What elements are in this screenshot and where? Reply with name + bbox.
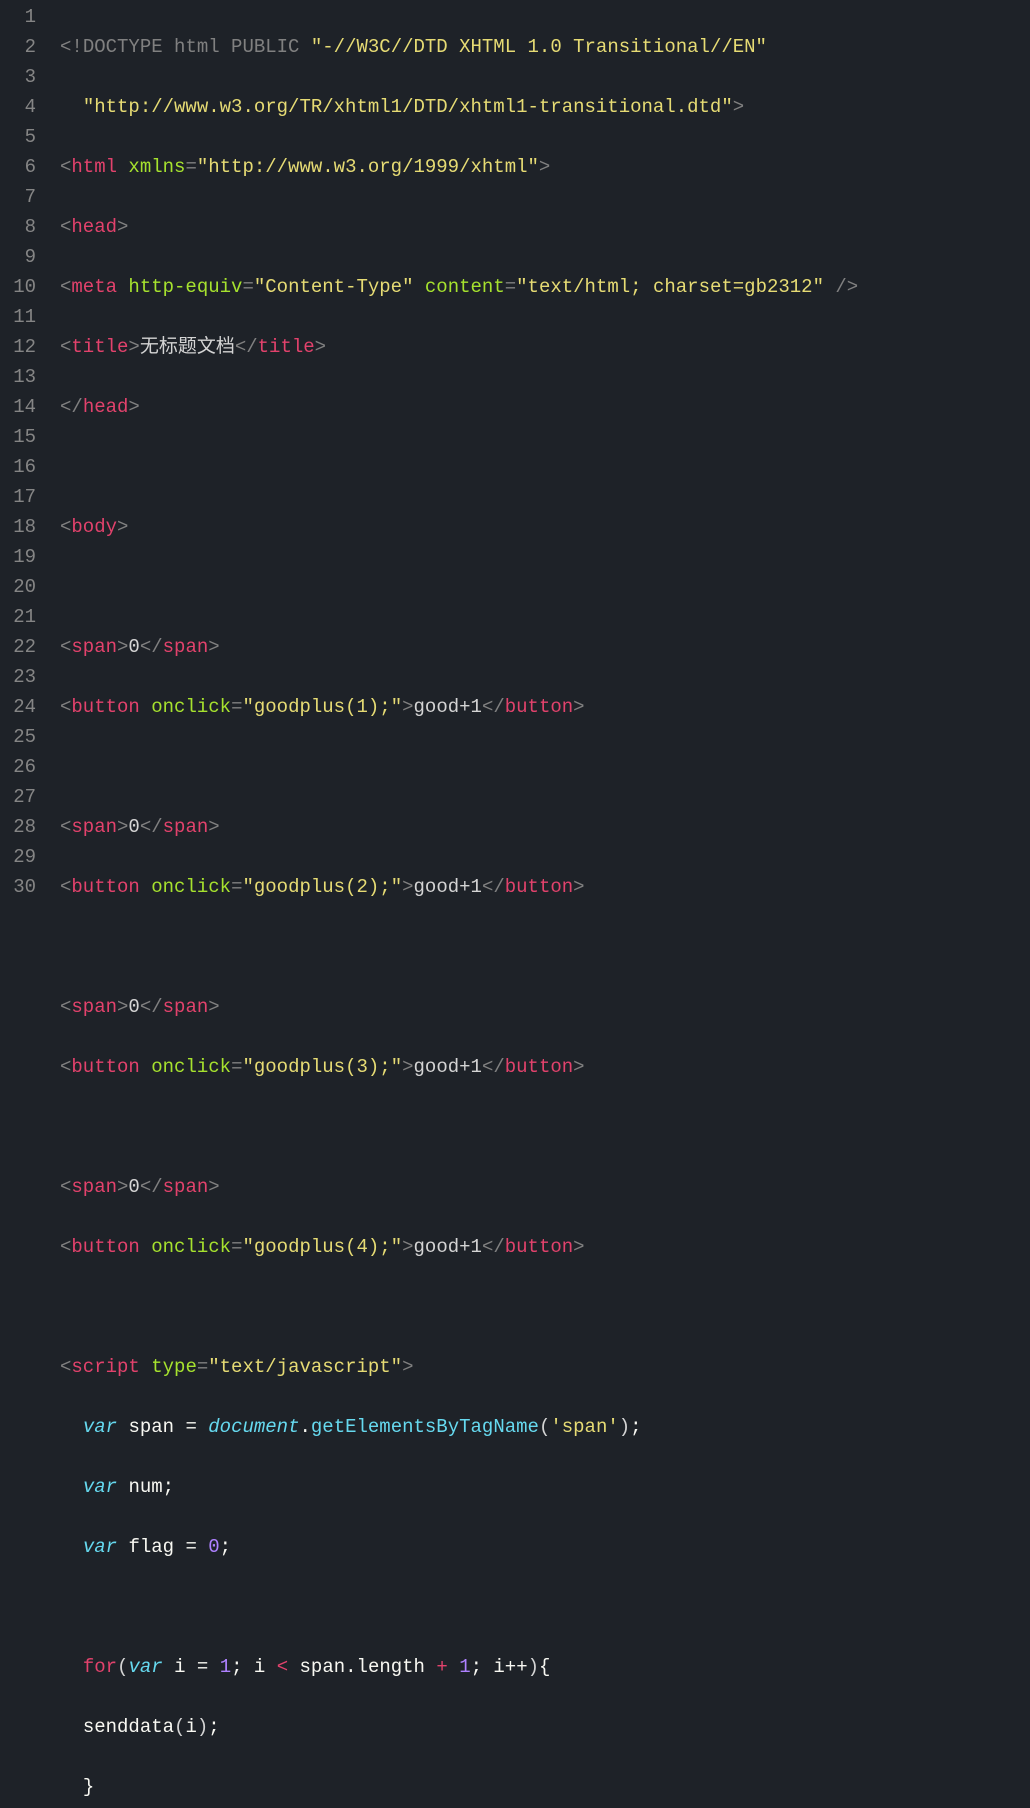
line-number: 29: [0, 842, 36, 872]
code-line[interactable]: senddata(i);: [60, 1712, 1030, 1742]
code-line[interactable]: [60, 452, 1030, 482]
line-number: 15: [0, 422, 36, 452]
line-number: 9: [0, 242, 36, 272]
code-line[interactable]: <script type="text/javascript">: [60, 1352, 1030, 1382]
code-line[interactable]: <span>0</span>: [60, 992, 1030, 1022]
line-number: 3: [0, 62, 36, 92]
code-line[interactable]: <span>0</span>: [60, 812, 1030, 842]
line-number: 4: [0, 92, 36, 122]
code-line[interactable]: </head>: [60, 392, 1030, 422]
line-number: 7: [0, 182, 36, 212]
line-number: 6: [0, 152, 36, 182]
code-line[interactable]: <html xmlns="http://www.w3.org/1999/xhtm…: [60, 152, 1030, 182]
code-line[interactable]: <head>: [60, 212, 1030, 242]
code-line[interactable]: [60, 572, 1030, 602]
code-line[interactable]: <span>0</span>: [60, 1172, 1030, 1202]
line-number-gutter: 1 2 3 4 5 6 7 8 9 10 11 12 13 14 15 16 1…: [0, 0, 50, 904]
line-number: 25: [0, 722, 36, 752]
line-number: 12: [0, 332, 36, 362]
code-line[interactable]: <button onclick="goodplus(4);">good+1</b…: [60, 1232, 1030, 1262]
line-number: 20: [0, 572, 36, 602]
line-number: 10: [0, 272, 36, 302]
line-number: 17: [0, 482, 36, 512]
code-line[interactable]: var span = document.getElementsByTagName…: [60, 1412, 1030, 1442]
line-number: 27: [0, 782, 36, 812]
line-number: 22: [0, 632, 36, 662]
code-line[interactable]: [60, 1112, 1030, 1142]
code-line[interactable]: [60, 752, 1030, 782]
line-number: 8: [0, 212, 36, 242]
code-line[interactable]: "http://www.w3.org/TR/xhtml1/DTD/xhtml1-…: [60, 92, 1030, 122]
code-line[interactable]: <body>: [60, 512, 1030, 542]
code-line[interactable]: [60, 932, 1030, 962]
code-line[interactable]: <button onclick="goodplus(1);">good+1</b…: [60, 692, 1030, 722]
line-number: 30: [0, 872, 36, 902]
code-line[interactable]: }: [60, 1772, 1030, 1802]
line-number: 11: [0, 302, 36, 332]
line-number: 5: [0, 122, 36, 152]
code-line[interactable]: <span>0</span>: [60, 632, 1030, 662]
code-line[interactable]: [60, 1292, 1030, 1322]
line-number: 19: [0, 542, 36, 572]
line-number: 14: [0, 392, 36, 422]
code-line[interactable]: var num;: [60, 1472, 1030, 1502]
code-editor: 1 2 3 4 5 6 7 8 9 10 11 12 13 14 15 16 1…: [0, 0, 1030, 904]
line-number: 23: [0, 662, 36, 692]
line-number: 1: [0, 2, 36, 32]
code-line[interactable]: <button onclick="goodplus(3);">good+1</b…: [60, 1052, 1030, 1082]
code-line[interactable]: <meta http-equiv="Content-Type" content=…: [60, 272, 1030, 302]
line-number: 28: [0, 812, 36, 842]
line-number: 26: [0, 752, 36, 782]
code-line[interactable]: [60, 1592, 1030, 1622]
code-line[interactable]: var flag = 0;: [60, 1532, 1030, 1562]
line-number: 24: [0, 692, 36, 722]
code-area[interactable]: <!DOCTYPE html PUBLIC "-//W3C//DTD XHTML…: [50, 0, 1030, 904]
line-number: 13: [0, 362, 36, 392]
line-number: 18: [0, 512, 36, 542]
code-line[interactable]: <button onclick="goodplus(2);">good+1</b…: [60, 872, 1030, 902]
line-number: 21: [0, 602, 36, 632]
line-number: 2: [0, 32, 36, 62]
code-line[interactable]: for(var i = 1; i < span.length + 1; i++)…: [60, 1652, 1030, 1682]
code-line[interactable]: <title>无标题文档</title>: [60, 332, 1030, 362]
code-line[interactable]: <!DOCTYPE html PUBLIC "-//W3C//DTD XHTML…: [60, 32, 1030, 62]
line-number: 16: [0, 452, 36, 482]
